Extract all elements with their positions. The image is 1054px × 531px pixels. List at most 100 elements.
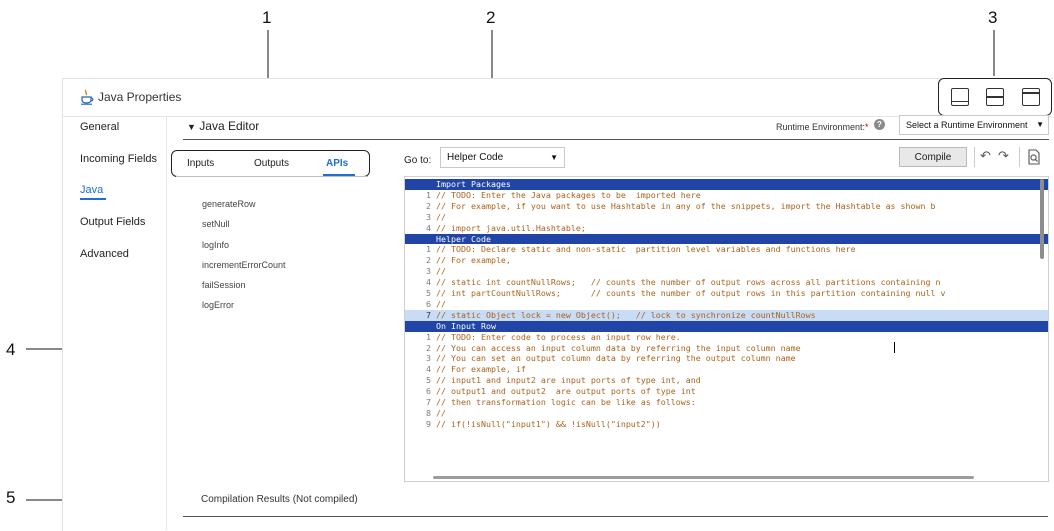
- runtime-select-value: Select a Runtime Environment: [906, 120, 1028, 130]
- code-line[interactable]: 4 // static int countNullRows; // counts …: [405, 277, 1048, 288]
- code-text: Import Packages: [436, 179, 511, 189]
- code-line[interactable]: 6 // output1 and output2 are output ports…: [405, 386, 1048, 397]
- callout-2: 2: [486, 8, 496, 27]
- line-number: 1: [426, 189, 431, 200]
- code-line[interactable]: 3 //: [405, 212, 1048, 223]
- horizontal-scrollbar[interactable]: [433, 476, 974, 479]
- code-line[interactable]: 1 // TODO: Declare static and non-static …: [405, 244, 1048, 255]
- sidebar-item-output-fields[interactable]: Output Fields: [80, 216, 145, 228]
- code-text: // TODO: Enter code to process an input …: [436, 331, 681, 342]
- code-line[interactable]: 7 // then transformation logic can be lik…: [405, 397, 1048, 408]
- code-line[interactable]: 5 // input1 and input2 are input ports of…: [405, 375, 1048, 386]
- callout-5: 5: [6, 488, 16, 507]
- line-number: 2: [426, 200, 431, 211]
- code-text: Helper Code: [436, 233, 491, 244]
- code-line[interactable]: 9 // if(!isNull("input1") && !isNull("inp…: [405, 419, 1048, 430]
- chevron-down-icon: ▼: [550, 153, 558, 162]
- code-text: // if(!isNull("input1") && !isNull("inpu…: [436, 418, 661, 429]
- code-text: // static Object lock = new Object(); //…: [436, 309, 816, 320]
- help-icon[interactable]: ?: [874, 119, 885, 130]
- code-text: // For example, if: [436, 364, 526, 375]
- compilation-rule: [183, 516, 1048, 517]
- code-editor[interactable]: Import Packages 1 // TODO: Enter the Java …: [404, 176, 1049, 482]
- toolbar-separator: [974, 147, 975, 167]
- sidebar-item-advanced[interactable]: Advanced: [80, 248, 129, 260]
- code-text: // TODO: Enter the Java packages to be i…: [436, 189, 701, 200]
- line-number: 6: [426, 298, 431, 309]
- code-text: // input1 and input2 are input ports of …: [436, 375, 701, 386]
- code-text: //: [436, 407, 446, 418]
- compilation-results-label: Compilation Results (Not compiled): [201, 494, 358, 505]
- code-text: // int partCountNullRows; // counts the …: [436, 288, 946, 298]
- sidebar-item-incoming-fields[interactable]: Incoming Fields: [80, 153, 157, 165]
- find-icon[interactable]: [1027, 149, 1041, 165]
- code-line[interactable]: 6 //: [405, 299, 1048, 310]
- api-item-logerror[interactable]: logError: [202, 300, 234, 310]
- code-line[interactable]: 3 //: [405, 266, 1048, 277]
- line-number: 4: [426, 277, 431, 288]
- api-item-failsession[interactable]: failSession: [202, 280, 246, 290]
- layout-split-icon[interactable]: [986, 88, 1004, 106]
- api-item-setnull[interactable]: setNull: [202, 219, 230, 229]
- code-line[interactable]: 2 // You can access an input column data …: [405, 343, 1048, 354]
- code-line[interactable]: 4 // import java.util.Hashtable;: [405, 223, 1048, 234]
- undo-icon[interactable]: ↶: [980, 148, 991, 164]
- code-text: // static int countNullRows; // counts t…: [436, 277, 941, 288]
- layout-top-icon[interactable]: [1022, 88, 1040, 106]
- api-item-loginfo[interactable]: logInfo: [202, 240, 229, 250]
- code-text: // then transformation logic can be like…: [436, 397, 696, 407]
- callout-4: 4: [6, 340, 16, 359]
- goto-label: Go to:: [404, 155, 432, 166]
- code-line[interactable]: 5 // int partCountNullRows; // counts the…: [405, 288, 1048, 299]
- code-text: // TODO: Declare static and non-static p…: [436, 244, 856, 255]
- window-title: Java Properties: [98, 90, 182, 104]
- line-number: 3: [426, 211, 431, 222]
- code-section-header[interactable]: Helper Code: [405, 233, 1048, 245]
- vertical-scrollbar[interactable]: [1040, 179, 1044, 259]
- line-number: 1: [426, 331, 431, 342]
- java-editor-toggle[interactable]: ▼ Java Editor: [187, 119, 259, 133]
- code-line[interactable]: 3 // You can set an output column data by…: [405, 353, 1048, 364]
- line-number: 1: [426, 244, 431, 255]
- line-number: 8: [426, 407, 431, 418]
- sidebar-item-java[interactable]: Java: [80, 184, 103, 196]
- tabs-rule: [176, 176, 368, 177]
- code-line[interactable]: 4 // For example, if: [405, 364, 1048, 375]
- code-text: On Input Row: [436, 320, 496, 331]
- sidebar-item-general[interactable]: General: [80, 121, 119, 133]
- code-section-header[interactable]: On Input Row: [405, 320, 1048, 332]
- code-text: // For example, if you want to use Hasht…: [436, 200, 936, 211]
- api-item-generaterow[interactable]: generateRow: [202, 199, 256, 209]
- code-line[interactable]: 2 // For example, if you want to use Hash…: [405, 201, 1048, 212]
- code-line[interactable]: 1 // TODO: Enter the Java packages to be …: [405, 190, 1048, 201]
- runtime-environment-select[interactable]: Select a Runtime Environment ▼: [899, 115, 1049, 135]
- compile-button[interactable]: Compile: [899, 147, 967, 167]
- line-number: 3: [426, 353, 431, 364]
- line-number: 4: [426, 222, 431, 233]
- runtime-label: Runtime Environment:*: [776, 122, 869, 132]
- code-text: //: [436, 266, 446, 277]
- tab-apis[interactable]: APIs: [326, 158, 348, 169]
- code-line[interactable]: 7 // static Object lock = new Object(); /…: [405, 309, 1048, 321]
- tab-outputs[interactable]: Outputs: [254, 158, 289, 169]
- code-section-header[interactable]: Import Packages: [405, 179, 1048, 190]
- compilation-results-toggle[interactable]: Compilation Results (Not compiled): [201, 494, 358, 505]
- line-number: 2: [426, 342, 431, 353]
- line-number: 6: [426, 386, 431, 397]
- line-number: 5: [426, 375, 431, 386]
- code-line[interactable]: 1 // TODO: Enter code to process an input…: [405, 332, 1048, 343]
- api-item-incrementerrorcount[interactable]: incrementErrorCount: [202, 260, 286, 270]
- code-text: // For example,: [436, 255, 511, 266]
- code-text: // output1 and output2 are output ports …: [436, 386, 696, 397]
- sidebar-divider: [166, 117, 167, 530]
- triangle-down-icon: ▼: [187, 122, 196, 132]
- chevron-down-icon: ▼: [1036, 120, 1044, 129]
- tab-inputs[interactable]: Inputs: [187, 158, 214, 169]
- layout-bottom-icon[interactable]: [951, 88, 969, 106]
- code-line[interactable]: 8 //: [405, 408, 1048, 419]
- line-number: 9: [426, 418, 431, 429]
- redo-icon[interactable]: ↷: [998, 148, 1009, 164]
- code-line[interactable]: 2 // For example,: [405, 255, 1048, 266]
- code-text: // You can access an input column data b…: [436, 342, 801, 353]
- goto-select[interactable]: Helper Code ▼: [440, 147, 565, 168]
